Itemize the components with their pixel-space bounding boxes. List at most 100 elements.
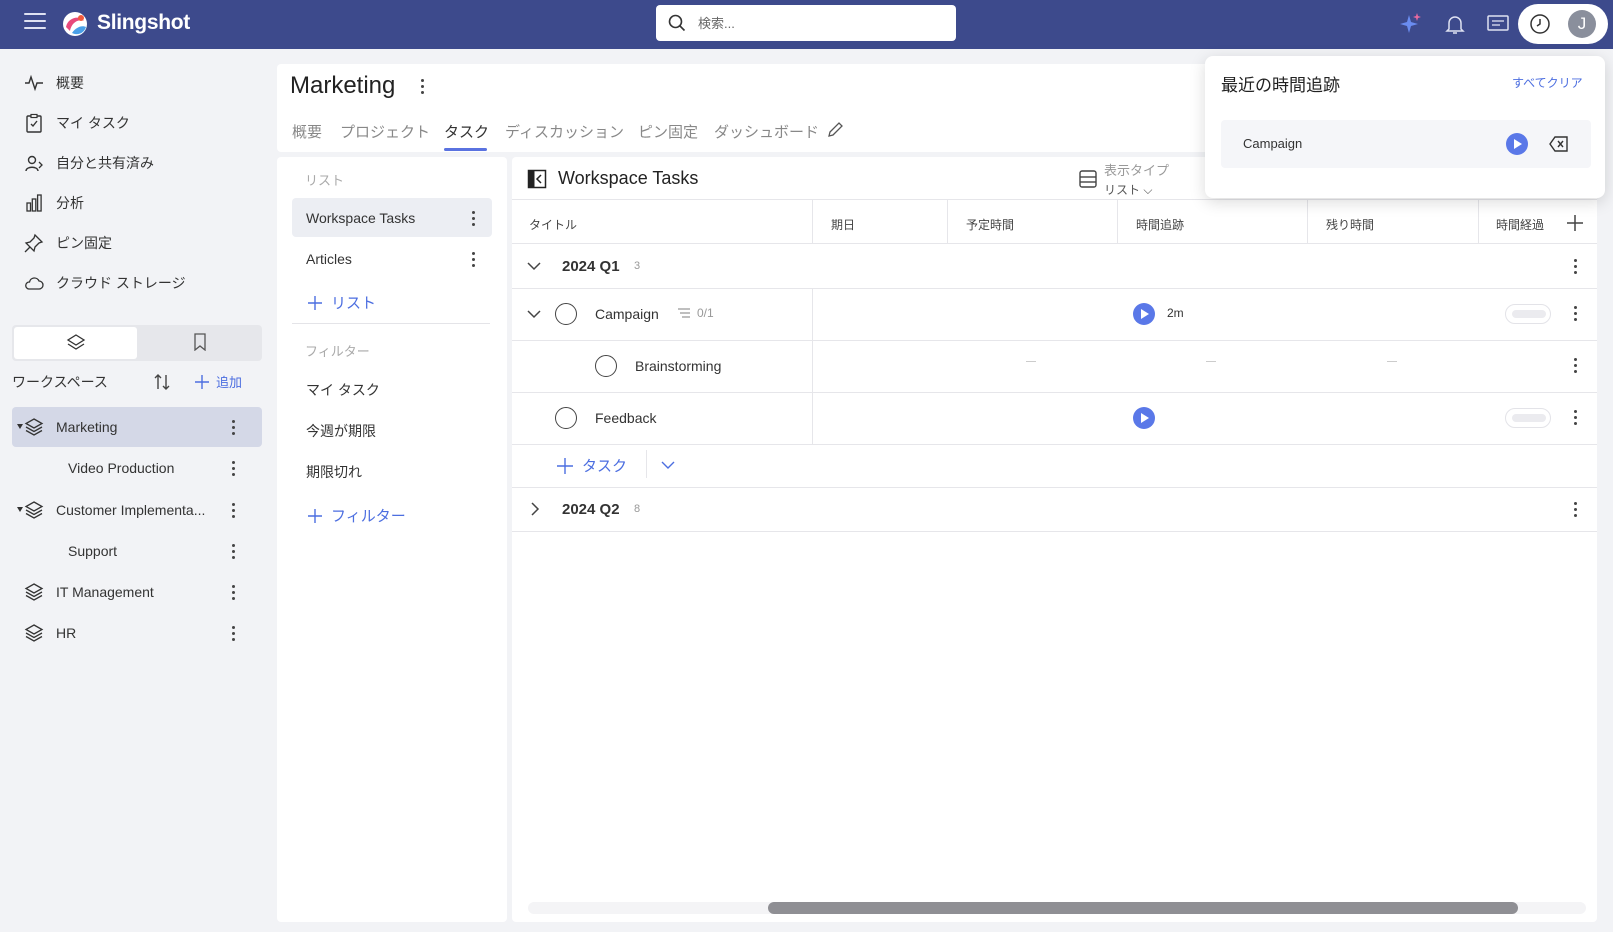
add-task-button[interactable]: タスク <box>556 455 627 476</box>
activity-icon <box>25 74 43 92</box>
backspace-delete-icon[interactable] <box>1549 135 1569 153</box>
more-icon[interactable] <box>1574 410 1578 428</box>
edit-tabs-pencil-icon[interactable] <box>826 121 844 139</box>
workspace-item-video-production[interactable]: Video Production <box>12 448 262 488</box>
avatar[interactable]: J <box>1568 10 1596 38</box>
clear-all-button[interactable]: すべてクリア <box>1512 74 1583 91</box>
column-header-title[interactable]: タイトル <box>529 216 577 233</box>
more-icon[interactable] <box>472 252 476 270</box>
column-header-remaining[interactable]: 残り時間 <box>1326 216 1374 233</box>
workspace-item-customer-implementation[interactable]: Customer Implementa... <box>12 490 262 530</box>
task-complete-checkbox[interactable] <box>595 355 617 377</box>
layers-icon <box>66 334 86 350</box>
collapse-panel-icon[interactable] <box>527 169 547 189</box>
table-row[interactable] <box>512 289 1597 341</box>
sort-icon[interactable] <box>152 372 172 392</box>
tab-pinned[interactable]: ピン固定 <box>638 121 698 142</box>
column-header-time-tracked[interactable]: 時間追跡 <box>1136 216 1184 233</box>
column-header-estimated[interactable]: 予定時間 <box>966 216 1014 233</box>
time-tracking-pill[interactable]: J <box>1518 4 1608 44</box>
more-icon[interactable] <box>1574 358 1578 376</box>
workspaces-heading: ワークスペース <box>12 374 108 390</box>
filter-due-this-week[interactable]: 今週が期限 <box>306 421 376 441</box>
recent-timer-label: Campaign <box>1243 136 1303 151</box>
group-row[interactable] <box>512 487 1597 532</box>
table-row[interactable] <box>512 393 1597 445</box>
workspace-item-hr[interactable]: HR <box>12 613 262 653</box>
tab-overview[interactable]: 概要 <box>292 121 322 142</box>
add-task-options-chevron-icon[interactable] <box>661 460 675 470</box>
workspace-item-support[interactable]: Support <box>12 531 262 571</box>
sparkle-ai-icon[interactable] <box>1399 12 1423 36</box>
tab-projects[interactable]: プロジェクト <box>340 121 430 142</box>
filter-overdue[interactable]: 期限切れ <box>306 462 362 482</box>
more-icon[interactable] <box>232 503 236 521</box>
play-timer-icon[interactable] <box>1133 303 1155 325</box>
nav-item-cloud-storage[interactable]: クラウド ストレージ <box>24 271 186 295</box>
more-icon[interactable] <box>232 461 236 479</box>
workspaces-view-tab[interactable] <box>14 327 137 359</box>
task-name[interactable]: Brainstorming <box>635 358 721 374</box>
chat-icon[interactable] <box>1486 12 1510 36</box>
tab-discussions[interactable]: ディスカッション <box>505 121 624 142</box>
task-complete-checkbox[interactable] <box>555 303 577 325</box>
task-complete-checkbox[interactable] <box>555 407 577 429</box>
title-more-icon[interactable] <box>421 79 425 97</box>
add-workspace-button[interactable]: 追加 <box>194 372 242 391</box>
more-icon[interactable] <box>1574 306 1578 324</box>
chevron-right-icon[interactable] <box>530 502 540 516</box>
more-icon[interactable] <box>1574 502 1578 520</box>
view-type-icon[interactable] <box>1078 169 1098 189</box>
add-filter-button[interactable]: フィルター <box>307 505 406 526</box>
column-header-due-date[interactable]: 期日 <box>831 216 855 233</box>
tab-tasks[interactable]: タスク <box>444 121 489 142</box>
search-box[interactable] <box>656 5 956 41</box>
nav-item-overview[interactable]: 概要 <box>24 71 84 95</box>
chevron-down-icon[interactable] <box>527 261 541 271</box>
bell-icon[interactable] <box>1443 12 1467 36</box>
expand-caret-icon[interactable] <box>17 424 23 429</box>
play-timer-icon[interactable] <box>1133 407 1155 429</box>
recent-timer-item[interactable]: Campaign <box>1221 120 1591 168</box>
tab-dashboard[interactable]: ダッシュボード <box>714 121 819 142</box>
search-input[interactable] <box>698 11 938 35</box>
horizontal-scrollbar[interactable] <box>528 902 1586 914</box>
more-icon[interactable] <box>1574 259 1578 277</box>
popover-title: 最近の時間追跡 <box>1221 76 1340 95</box>
add-column-icon[interactable] <box>1566 214 1584 232</box>
chevron-down-icon[interactable] <box>527 309 541 319</box>
subtasks-icon <box>678 308 690 318</box>
nav-item-my-tasks[interactable]: マイ タスク <box>24 111 130 135</box>
more-icon[interactable] <box>232 420 236 438</box>
menu-icon[interactable] <box>24 13 46 31</box>
more-icon[interactable] <box>472 211 476 229</box>
workspace-label: HR <box>56 625 77 641</box>
column-header-elapsed[interactable]: 時間経過 <box>1496 216 1544 233</box>
nav-item-shared[interactable]: 自分と共有済み <box>24 151 154 175</box>
scrollbar-thumb[interactable] <box>768 902 1518 914</box>
nav-item-analytics[interactable]: 分析 <box>24 191 84 215</box>
more-icon[interactable] <box>232 585 236 603</box>
expand-caret-icon[interactable] <box>17 507 23 512</box>
plus-icon <box>308 508 322 523</box>
nav-item-pinned[interactable]: ピン固定 <box>24 231 112 255</box>
list-item-articles[interactable]: Articles <box>292 239 492 278</box>
add-list-button[interactable]: リスト <box>307 292 376 313</box>
task-name[interactable]: Feedback <box>595 410 656 426</box>
more-icon[interactable] <box>232 626 236 644</box>
play-timer-icon[interactable] <box>1506 133 1528 155</box>
workspace-item-it-management[interactable]: IT Management <box>12 572 262 612</box>
task-name[interactable]: Campaign <box>595 306 659 322</box>
clock-icon[interactable] <box>1528 12 1552 36</box>
view-type-select[interactable]: リスト ⌵ <box>1104 181 1152 198</box>
group-row[interactable] <box>512 244 1597 289</box>
layers-icon <box>24 624 44 642</box>
layers-icon <box>24 583 44 601</box>
more-icon[interactable] <box>232 544 236 562</box>
list-item-workspace-tasks[interactable]: Workspace Tasks <box>292 198 492 237</box>
nav-label: 概要 <box>56 75 84 91</box>
search-icon <box>668 14 686 32</box>
workspace-item-marketing[interactable]: Marketing <box>12 407 262 447</box>
filters-section-label: フィルター <box>305 344 370 359</box>
filter-my-tasks[interactable]: マイ タスク <box>306 380 380 400</box>
